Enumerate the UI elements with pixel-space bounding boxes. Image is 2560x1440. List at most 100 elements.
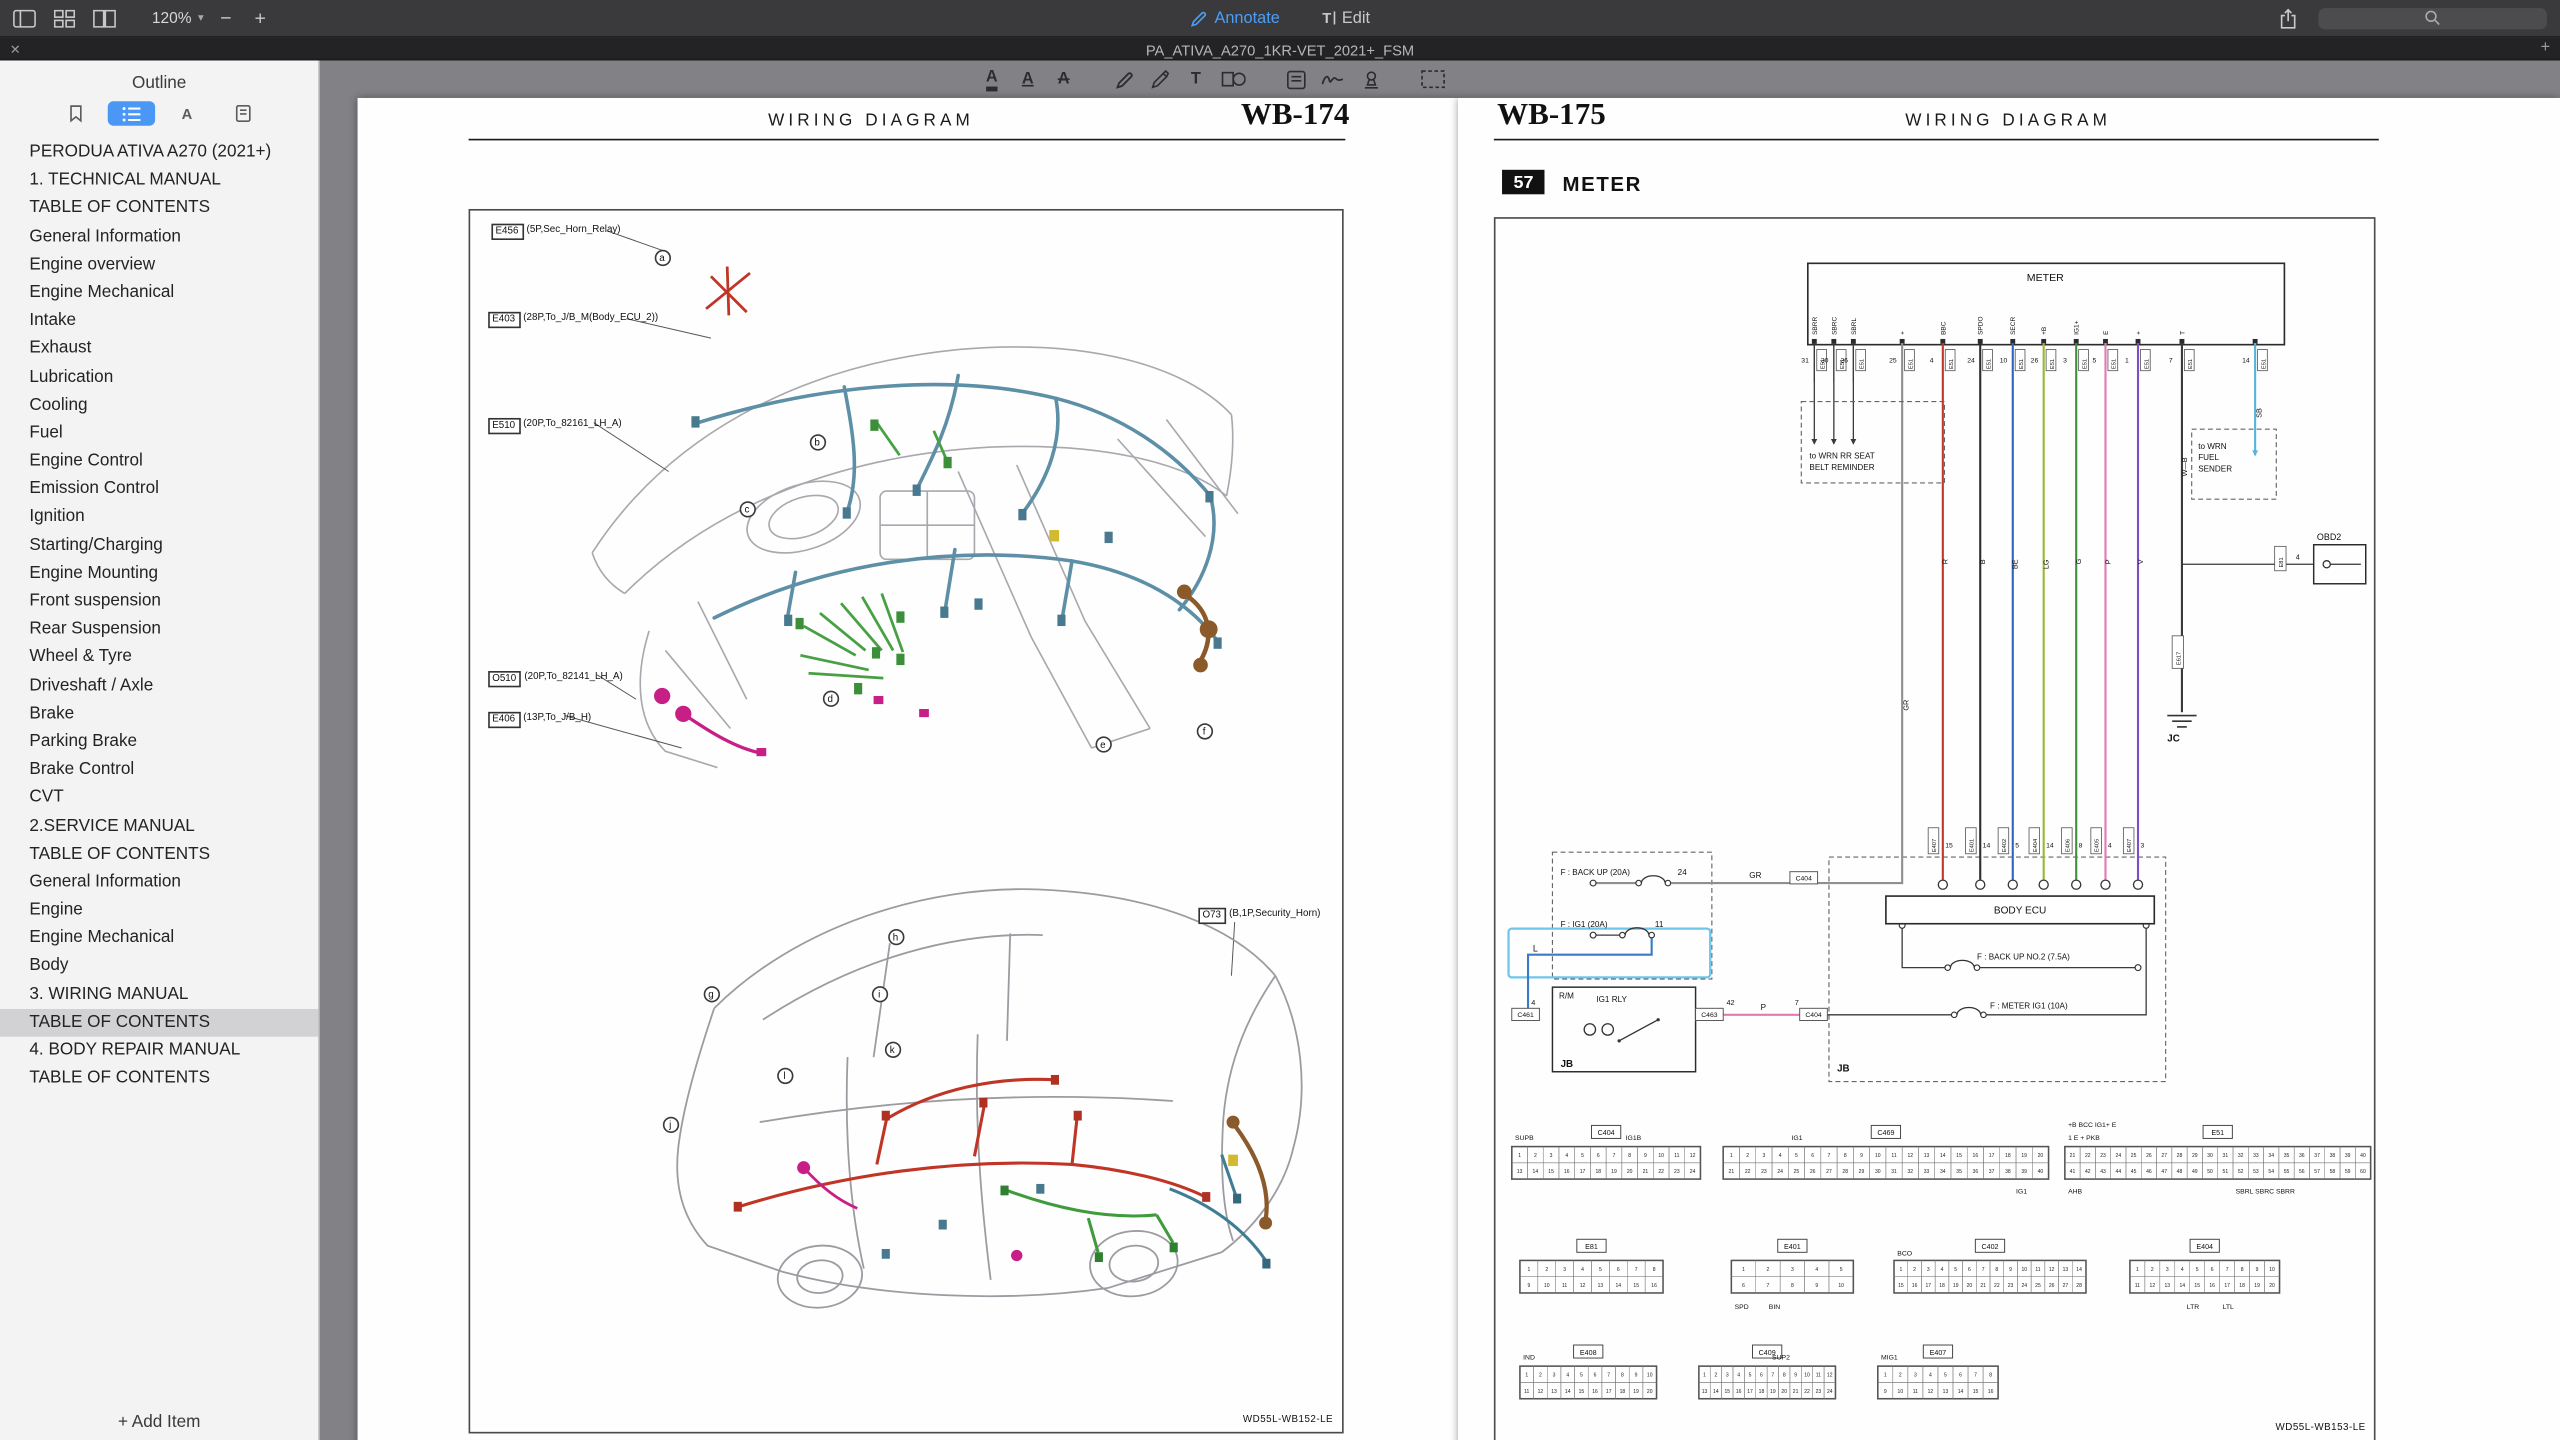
svg-text:GR: GR xyxy=(1902,700,1911,711)
outline-item[interactable]: Driveshaft / Axle xyxy=(0,672,318,700)
svg-text:36: 36 xyxy=(2299,1153,2305,1159)
outline-item[interactable]: Fuel xyxy=(0,419,318,447)
svg-text:8: 8 xyxy=(1621,1373,1624,1379)
page-wb-174: WIRING DIAGRAM WB-174 xyxy=(357,98,1457,1440)
thumbnail-view-button[interactable] xyxy=(54,5,75,31)
close-tab-icon[interactable]: ✕ xyxy=(10,42,21,57)
strikethrough-tool-button[interactable]: A xyxy=(1053,66,1074,92)
svg-text:5: 5 xyxy=(1749,1373,1752,1379)
callout-c: c xyxy=(739,501,755,517)
outline-item[interactable]: Wheel & Tyre xyxy=(0,644,318,672)
svg-text:11: 11 xyxy=(1891,1153,1896,1159)
stamp-tool-button[interactable] xyxy=(1360,66,1381,92)
svg-text:5: 5 xyxy=(2196,1267,2199,1273)
highlight-tool-button[interactable]: A xyxy=(981,66,1002,92)
outline-item[interactable]: Engine Control xyxy=(0,447,318,475)
outline-item[interactable]: Rear Suspension xyxy=(0,616,318,644)
outline-item[interactable]: Starting/Charging xyxy=(0,532,318,560)
outline-item[interactable]: Front suspension xyxy=(0,588,318,616)
zoom-level[interactable]: 120% xyxy=(152,9,192,27)
outline-item[interactable]: PERODUA ATIVA A270 (2021+) xyxy=(0,139,318,167)
svg-text:26: 26 xyxy=(2146,1153,2152,1159)
outline-item[interactable]: TABLE OF CONTENTS xyxy=(0,1065,318,1093)
outline-item[interactable]: Ignition xyxy=(0,504,318,532)
zoom-out-button[interactable]: − xyxy=(214,8,239,28)
outline-item[interactable]: Parking Brake xyxy=(0,728,318,756)
outline-item[interactable]: Exhaust xyxy=(0,335,318,363)
annotate-pencil-icon xyxy=(1190,9,1208,27)
underline-tool-button[interactable]: A xyxy=(1017,66,1038,92)
svg-text:E51: E51 xyxy=(2261,359,2267,369)
outline-item[interactable]: General Information xyxy=(0,868,318,896)
outline-item[interactable]: Brake Control xyxy=(0,756,318,784)
edit-mode-button[interactable]: T Edit xyxy=(1322,9,1370,27)
share-button[interactable] xyxy=(2278,5,2299,31)
outline-item[interactable]: Body xyxy=(0,953,318,981)
outline-item[interactable]: Cooling xyxy=(0,391,318,419)
connector-label-E510: E510(20P,To_82161_LH_A) xyxy=(487,418,621,434)
annotate-mode-button[interactable]: Annotate xyxy=(1190,9,1280,27)
svg-text:32: 32 xyxy=(1907,1169,1913,1175)
outline-item[interactable]: CVT xyxy=(0,784,318,812)
note-tool-button[interactable] xyxy=(1285,66,1306,92)
marker-tool-button[interactable] xyxy=(1149,66,1170,92)
outline-item[interactable]: Engine Mounting xyxy=(0,560,318,588)
outline-item[interactable]: TABLE OF CONTENTS xyxy=(0,195,318,223)
svg-text:8: 8 xyxy=(1791,1283,1794,1289)
outline-item[interactable]: Engine xyxy=(0,896,318,924)
outline-item[interactable]: TABLE OF CONTENTS xyxy=(0,840,318,868)
page-number-left: WB-174 xyxy=(1241,98,1350,134)
outline-item[interactable]: TABLE OF CONTENTS xyxy=(0,1009,318,1037)
svg-text:14: 14 xyxy=(1958,1389,1964,1395)
svg-text:11: 11 xyxy=(1655,920,1664,929)
selection-tool-button[interactable] xyxy=(1420,66,1446,92)
add-item-button[interactable]: + Add Item xyxy=(0,1412,318,1432)
sidebar-tab-annotations[interactable]: A xyxy=(163,101,210,125)
svg-text:22: 22 xyxy=(1658,1169,1664,1175)
callout-i: i xyxy=(871,986,887,1002)
outline-item[interactable]: Brake xyxy=(0,700,318,728)
svg-text:6: 6 xyxy=(1617,1267,1620,1273)
search-input[interactable] xyxy=(2318,7,2547,28)
outline-item[interactable]: 3. WIRING MANUAL xyxy=(0,981,318,1009)
sidebar-tab-outline[interactable] xyxy=(108,101,155,125)
svg-text:3: 3 xyxy=(1914,1373,1917,1379)
outline-item[interactable]: 4. BODY REPAIR MANUAL xyxy=(0,1037,318,1065)
svg-text:17: 17 xyxy=(2224,1283,2230,1289)
new-tab-icon[interactable]: + xyxy=(2541,39,2551,57)
outline-item[interactable]: Intake xyxy=(0,307,318,335)
sidebar-tabs: A xyxy=(0,101,318,125)
signature-tool-button[interactable] xyxy=(1321,66,1345,92)
svg-text:1: 1 xyxy=(1525,1373,1528,1379)
svg-text:SUP2: SUP2 xyxy=(1772,1355,1790,1362)
wb174-diagram: E456(5P,Sec_Horn_Relay)E403(28P,To_J/B_M… xyxy=(468,209,1343,1433)
svg-text:2: 2 xyxy=(1899,1373,1902,1379)
outline-item[interactable]: 1. TECHNICAL MANUAL xyxy=(0,167,318,195)
sidebar-tab-bookmarks[interactable] xyxy=(52,101,99,125)
document-tab-title[interactable]: PA_ATIVA_A270_1KR-VET_2021+_FSM xyxy=(1146,42,1414,58)
outline-item[interactable]: Engine Mechanical xyxy=(0,924,318,952)
svg-text:11: 11 xyxy=(2135,1283,2140,1289)
outline-item[interactable]: Lubrication xyxy=(0,363,318,391)
svg-text:12: 12 xyxy=(1827,1373,1833,1379)
svg-text:14: 14 xyxy=(2076,1267,2082,1273)
text-tool-button[interactable]: T xyxy=(1185,66,1206,92)
sidebar-tab-thumbnails[interactable] xyxy=(219,101,266,125)
zoom-in-button[interactable]: + xyxy=(248,8,273,28)
outline-item[interactable]: 2.SERVICE MANUAL xyxy=(0,812,318,840)
two-page-view-button[interactable] xyxy=(93,5,116,31)
outline-item[interactable]: General Information xyxy=(0,223,318,251)
outline-item[interactable]: Engine overview xyxy=(0,251,318,279)
svg-text:22: 22 xyxy=(1804,1389,1810,1395)
sidebar-toggle-button[interactable] xyxy=(13,5,36,31)
svg-text:59: 59 xyxy=(2345,1169,2351,1175)
svg-text:6: 6 xyxy=(1968,1267,1971,1273)
callout-d: d xyxy=(822,691,838,707)
svg-text:13: 13 xyxy=(1702,1389,1708,1395)
sketch-tool-button[interactable] xyxy=(1113,66,1134,92)
outline-item[interactable]: Emission Control xyxy=(0,476,318,504)
svg-text:F : BACK UP (20A): F : BACK UP (20A) xyxy=(1561,868,1631,877)
chevron-down-icon[interactable]: ▾ xyxy=(198,11,204,24)
outline-item[interactable]: Engine Mechanical xyxy=(0,279,318,307)
shapes-tool-button[interactable] xyxy=(1221,66,1245,92)
